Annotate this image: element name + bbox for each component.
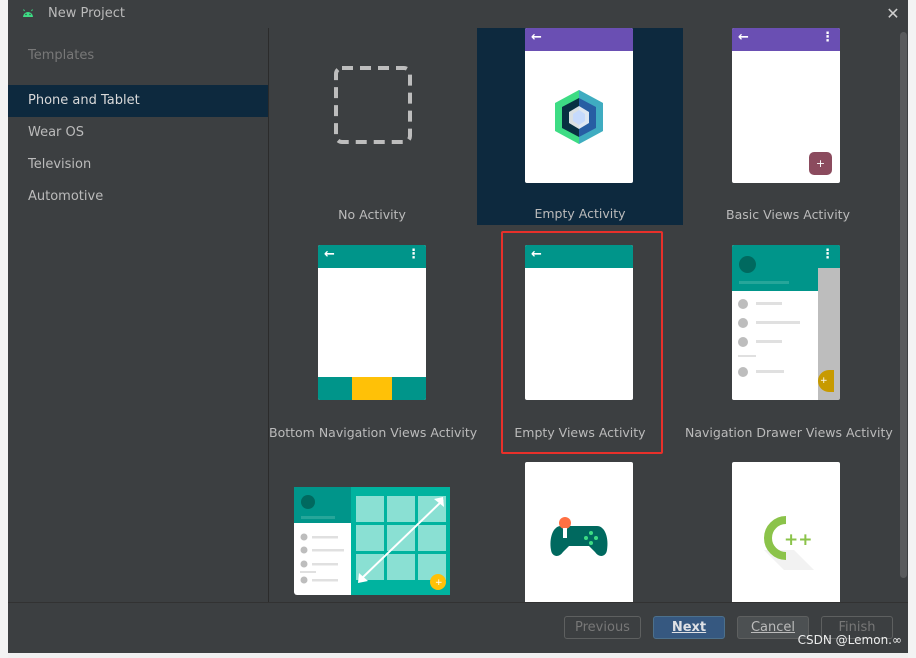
close-icon[interactable]: ✕ <box>882 3 904 25</box>
overflow-menu-icon: ⋮ <box>821 247 834 262</box>
gallery-scrollbar[interactable] <box>899 28 908 602</box>
template-basic-views-activity[interactable]: ← ⋮ + Basic Views Activity <box>685 28 891 222</box>
title-bar: New Project ✕ <box>8 0 908 28</box>
android-icon <box>23 9 33 17</box>
phone-preview: ← ⋮ <box>318 245 426 400</box>
next-button[interactable]: Next <box>653 616 725 639</box>
dialog-footer: Previous Next Cancel Finish <box>8 602 908 653</box>
bottom-nav-item-selected <box>352 377 392 400</box>
watermark: CSDN @Lemon.∞ <box>797 633 902 647</box>
bottom-nav-item <box>318 377 352 400</box>
templates-sidebar: Templates Phone and Tablet Wear OS Telev… <box>8 28 269 602</box>
template-game-activity[interactable] <box>477 462 683 602</box>
sidebar-item-television[interactable]: Television <box>8 149 268 181</box>
sidebar-item-phone-and-tablet[interactable]: Phone and Tablet <box>8 85 268 117</box>
desktop-edge-left <box>0 0 8 658</box>
app-bar: ⋮ <box>818 245 840 268</box>
app-bar: ← <box>525 28 633 51</box>
header-line <box>739 281 789 284</box>
svg-text:+: + <box>435 578 443 588</box>
avatar <box>739 256 756 273</box>
scrollbar-thumb[interactable] <box>900 32 907 578</box>
fab-icon: + <box>818 370 834 392</box>
desktop-edge-right <box>908 0 916 658</box>
phone-preview: ⋮ + <box>732 245 840 400</box>
phone-preview: ++ <box>732 462 840 602</box>
template-label: Navigation Drawer Views Activity <box>685 425 893 440</box>
navigation-drawer <box>732 245 818 400</box>
template-navigation-drawer-views-activity[interactable]: ⋮ + Navigation Drawer Views Activity <box>685 245 893 440</box>
cancel-button-label: Cancel <box>750 620 796 635</box>
template-responsive-views-activity[interactable]: + <box>269 462 475 602</box>
back-arrow-icon: ← <box>531 30 542 45</box>
new-project-dialog: New Project ✕ Templates Phone and Tablet… <box>8 0 908 653</box>
compose-logo-icon <box>555 90 603 144</box>
bottom-nav-item <box>392 377 426 400</box>
responsive-layout-icon: + <box>294 487 450 595</box>
overflow-menu-icon: ⋮ <box>407 247 420 262</box>
sidebar-item-automotive[interactable]: Automotive <box>8 181 268 213</box>
template-label: Basic Views Activity <box>726 207 850 222</box>
game-controller-icon <box>550 517 608 556</box>
drawer-header <box>732 245 818 291</box>
highlight-annotation <box>501 231 663 454</box>
fab-icon: + <box>809 152 832 175</box>
next-button-label: Next <box>671 620 707 635</box>
template-native-cpp[interactable]: ++ <box>685 462 891 602</box>
previous-button[interactable]: Previous <box>564 616 641 639</box>
template-label: Empty Activity <box>534 206 626 221</box>
template-no-activity[interactable]: No Activity <box>269 28 475 222</box>
sidebar-heading: Templates <box>28 48 95 63</box>
back-arrow-icon: ← <box>738 30 749 45</box>
window-title: New Project <box>48 6 125 21</box>
template-empty-activity[interactable]: ← Empty Activity <box>477 28 683 225</box>
template-bottom-navigation-views-activity[interactable]: ← ⋮ Bottom Navigation Views Activity <box>269 245 477 440</box>
phone-preview: ← <box>525 28 633 183</box>
template-label: Bottom Navigation Views Activity <box>269 425 478 440</box>
cpp-logo-icon: ++ <box>764 516 814 570</box>
no-activity-placeholder-icon <box>334 66 412 144</box>
back-arrow-icon: ← <box>324 247 335 262</box>
app-bar: ← ⋮ <box>732 28 840 51</box>
overflow-menu-icon: ⋮ <box>821 30 834 45</box>
drawer-menu-items <box>738 299 800 377</box>
sidebar-item-wear-os[interactable]: Wear OS <box>8 117 268 149</box>
app-bar: ← ⋮ <box>318 245 426 268</box>
svg-text:++: ++ <box>784 530 813 550</box>
phone-preview <box>525 462 633 602</box>
template-label: No Activity <box>338 207 406 222</box>
phone-preview: ← ⋮ + <box>732 28 840 183</box>
